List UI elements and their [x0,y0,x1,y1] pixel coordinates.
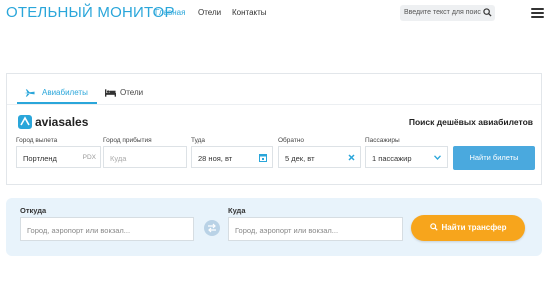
nav-home[interactable]: Главная [155,8,185,17]
passengers-value: 1 пассажир [372,154,412,163]
transfer-to-input[interactable]: Город, аэропорт или вокзал... [228,217,403,241]
find-tickets-button[interactable]: Найти билеты [453,146,535,170]
passengers-select[interactable]: 1 пассажир [365,146,448,168]
to-city-input[interactable]: Куда [103,146,187,168]
transfer-from-placeholder: Город, аэропорт или вокзал... [27,226,131,235]
menu-icon[interactable] [531,8,544,19]
label-depart: Туда [191,137,206,144]
label-transfer-to: Куда [228,206,246,215]
transfer-from-input[interactable]: Город, аэропорт или вокзал... [20,217,194,241]
transfer-search-widget: Откуда Куда Город, аэропорт или вокзал..… [6,198,542,256]
calendar-icon[interactable] [259,153,267,162]
tab-flights[interactable]: Авиабилеты [42,88,88,97]
return-date-value: 5 дек, вт [285,154,315,163]
nav-contacts[interactable]: Контакты [232,8,267,17]
aviasales-logo-icon [18,115,32,129]
site-logo[interactable]: ОТЕЛЬНЫЙ МОНИТОР [6,4,175,21]
chevron-down-icon [434,155,441,160]
flight-search-title: Поиск дешёвых авиабилетов [408,117,533,127]
from-city-input[interactable]: Портленд PDX [16,146,101,168]
search-icon[interactable] [483,8,492,17]
label-transfer-from: Откуда [20,206,47,215]
search-placeholder: Введите текст для поис [404,9,481,16]
bed-icon [105,89,116,97]
search-icon [429,223,438,231]
to-city-placeholder: Куда [110,154,127,163]
find-transfer-button[interactable]: Найти трансфер [411,215,525,241]
depart-date-value: 28 ноя, вт [198,154,233,163]
transfer-to-placeholder: Город, аэропорт или вокзал... [235,226,339,235]
depart-date-input[interactable]: 28 ноя, вт [191,146,273,168]
airplane-icon [24,89,35,97]
from-city-value: Портленд [23,154,57,163]
find-transfer-label: Найти трансфер [441,223,507,232]
search-input[interactable]: Введите текст для поис [400,5,495,21]
label-return: Обратно [278,137,305,144]
site-header: ОТЕЛЬНЫЙ МОНИТОР Главная Отели Контакты … [0,0,550,26]
label-passengers: Пассажиры [365,137,400,144]
aviasales-wordmark: aviasales [35,115,89,129]
from-city-code: PDX [82,154,96,161]
label-from-city: Город вылета [16,137,58,144]
nav-hotels[interactable]: Отели [198,8,221,17]
tab-hotels[interactable]: Отели [120,88,143,97]
swap-icon[interactable] [204,220,220,236]
flight-search-widget: Авиабилеты Отели aviasales Поиск дешёвых… [6,73,542,185]
return-date-input[interactable]: 5 дек, вт [278,146,361,168]
clear-date-icon[interactable] [348,154,355,161]
tabs-divider [7,104,541,105]
label-to-city: Город прибытия [103,137,152,144]
